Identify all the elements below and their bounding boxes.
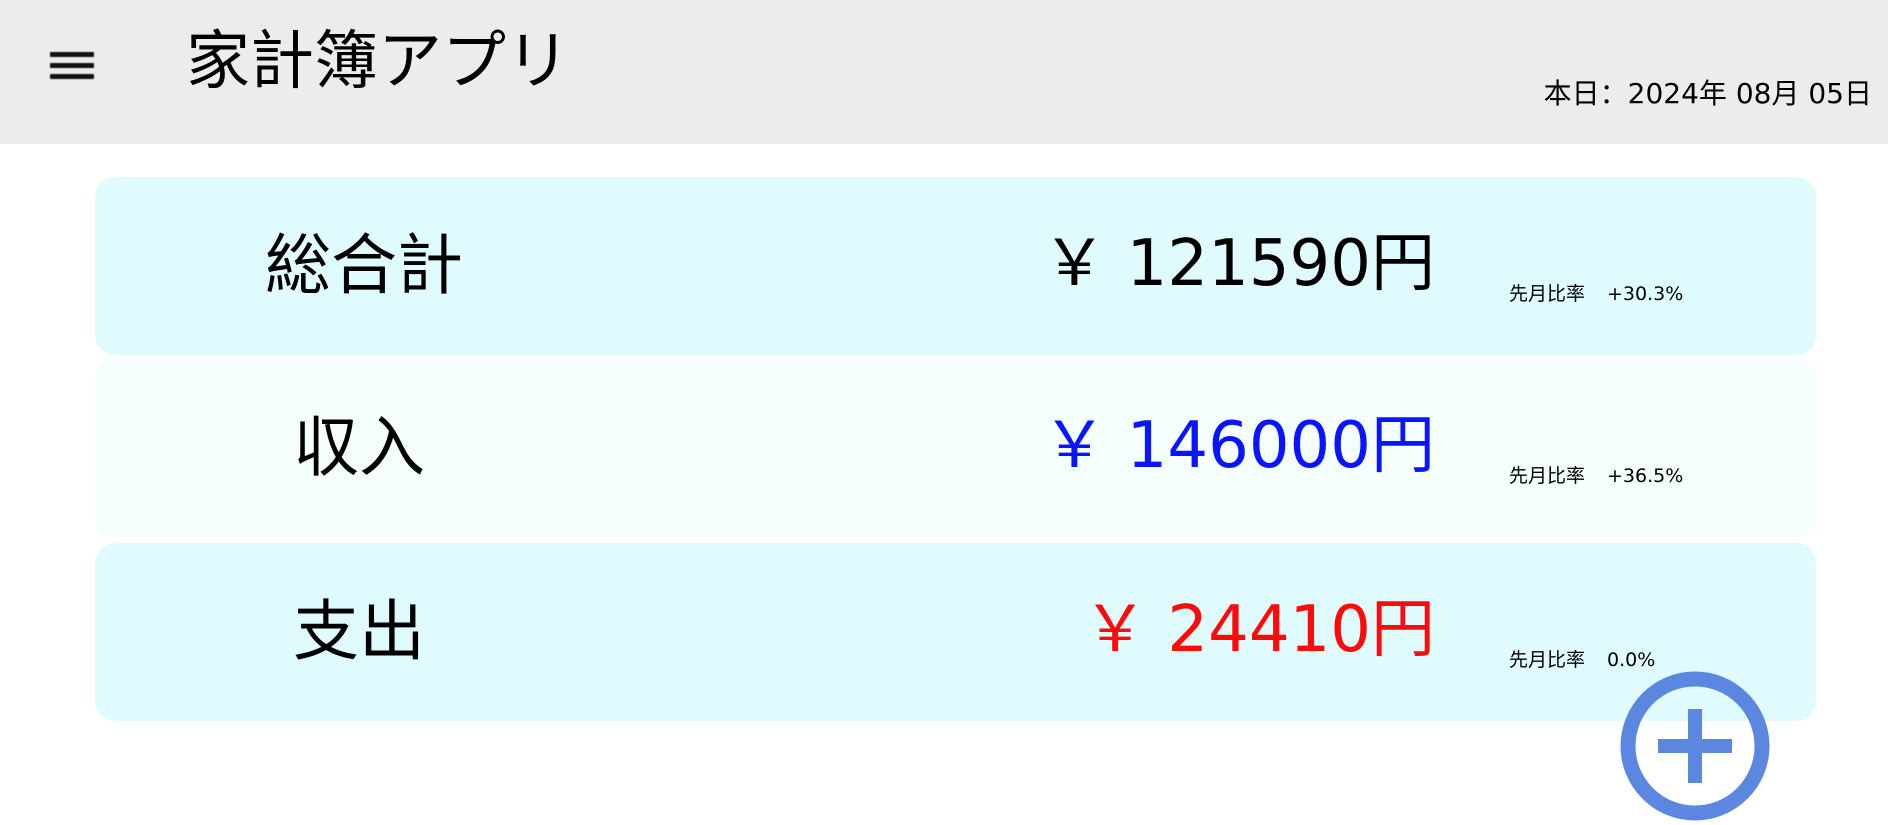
income-card: 収入 ￥ 146000円 先月比率 +36.5% xyxy=(95,359,1816,537)
expense-card: 支出 ￥ 24410円 先月比率 0.0% xyxy=(95,543,1816,721)
ratio-label: 先月比率 xyxy=(1509,465,1586,487)
total-card: 総合計 ￥ 121590円 先月比率 +30.3% xyxy=(95,177,1816,355)
ratio-label: 先月比率 xyxy=(1509,649,1586,671)
total-label: 総合計 xyxy=(265,227,463,304)
plus-circle-icon xyxy=(1620,671,1770,821)
total-amount: ￥ 121590円 xyxy=(1042,227,1435,301)
add-entry-button[interactable] xyxy=(1620,671,1770,821)
income-ratio: 先月比率 +36.5% xyxy=(1509,463,1683,489)
income-label: 収入 xyxy=(293,409,425,486)
app-title: 家計簿アプリ xyxy=(186,25,570,99)
ratio-value: +30.3% xyxy=(1607,283,1684,305)
expense-ratio: 先月比率 0.0% xyxy=(1509,647,1655,673)
expense-label: 支出 xyxy=(293,593,425,670)
today-date: 本日：2024年 08月 05日 xyxy=(1543,77,1872,110)
ratio-value: 0.0% xyxy=(1607,649,1656,671)
ratio-value: +36.5% xyxy=(1607,465,1684,487)
expense-amount: ￥ 24410円 xyxy=(1083,593,1435,667)
ratio-label: 先月比率 xyxy=(1509,283,1586,305)
app-header: 家計簿アプリ 本日：2024年 08月 05日 xyxy=(0,0,1888,144)
total-ratio: 先月比率 +30.3% xyxy=(1509,281,1683,307)
hamburger-menu-icon[interactable] xyxy=(48,46,96,86)
income-amount: ￥ 146000円 xyxy=(1042,409,1435,483)
